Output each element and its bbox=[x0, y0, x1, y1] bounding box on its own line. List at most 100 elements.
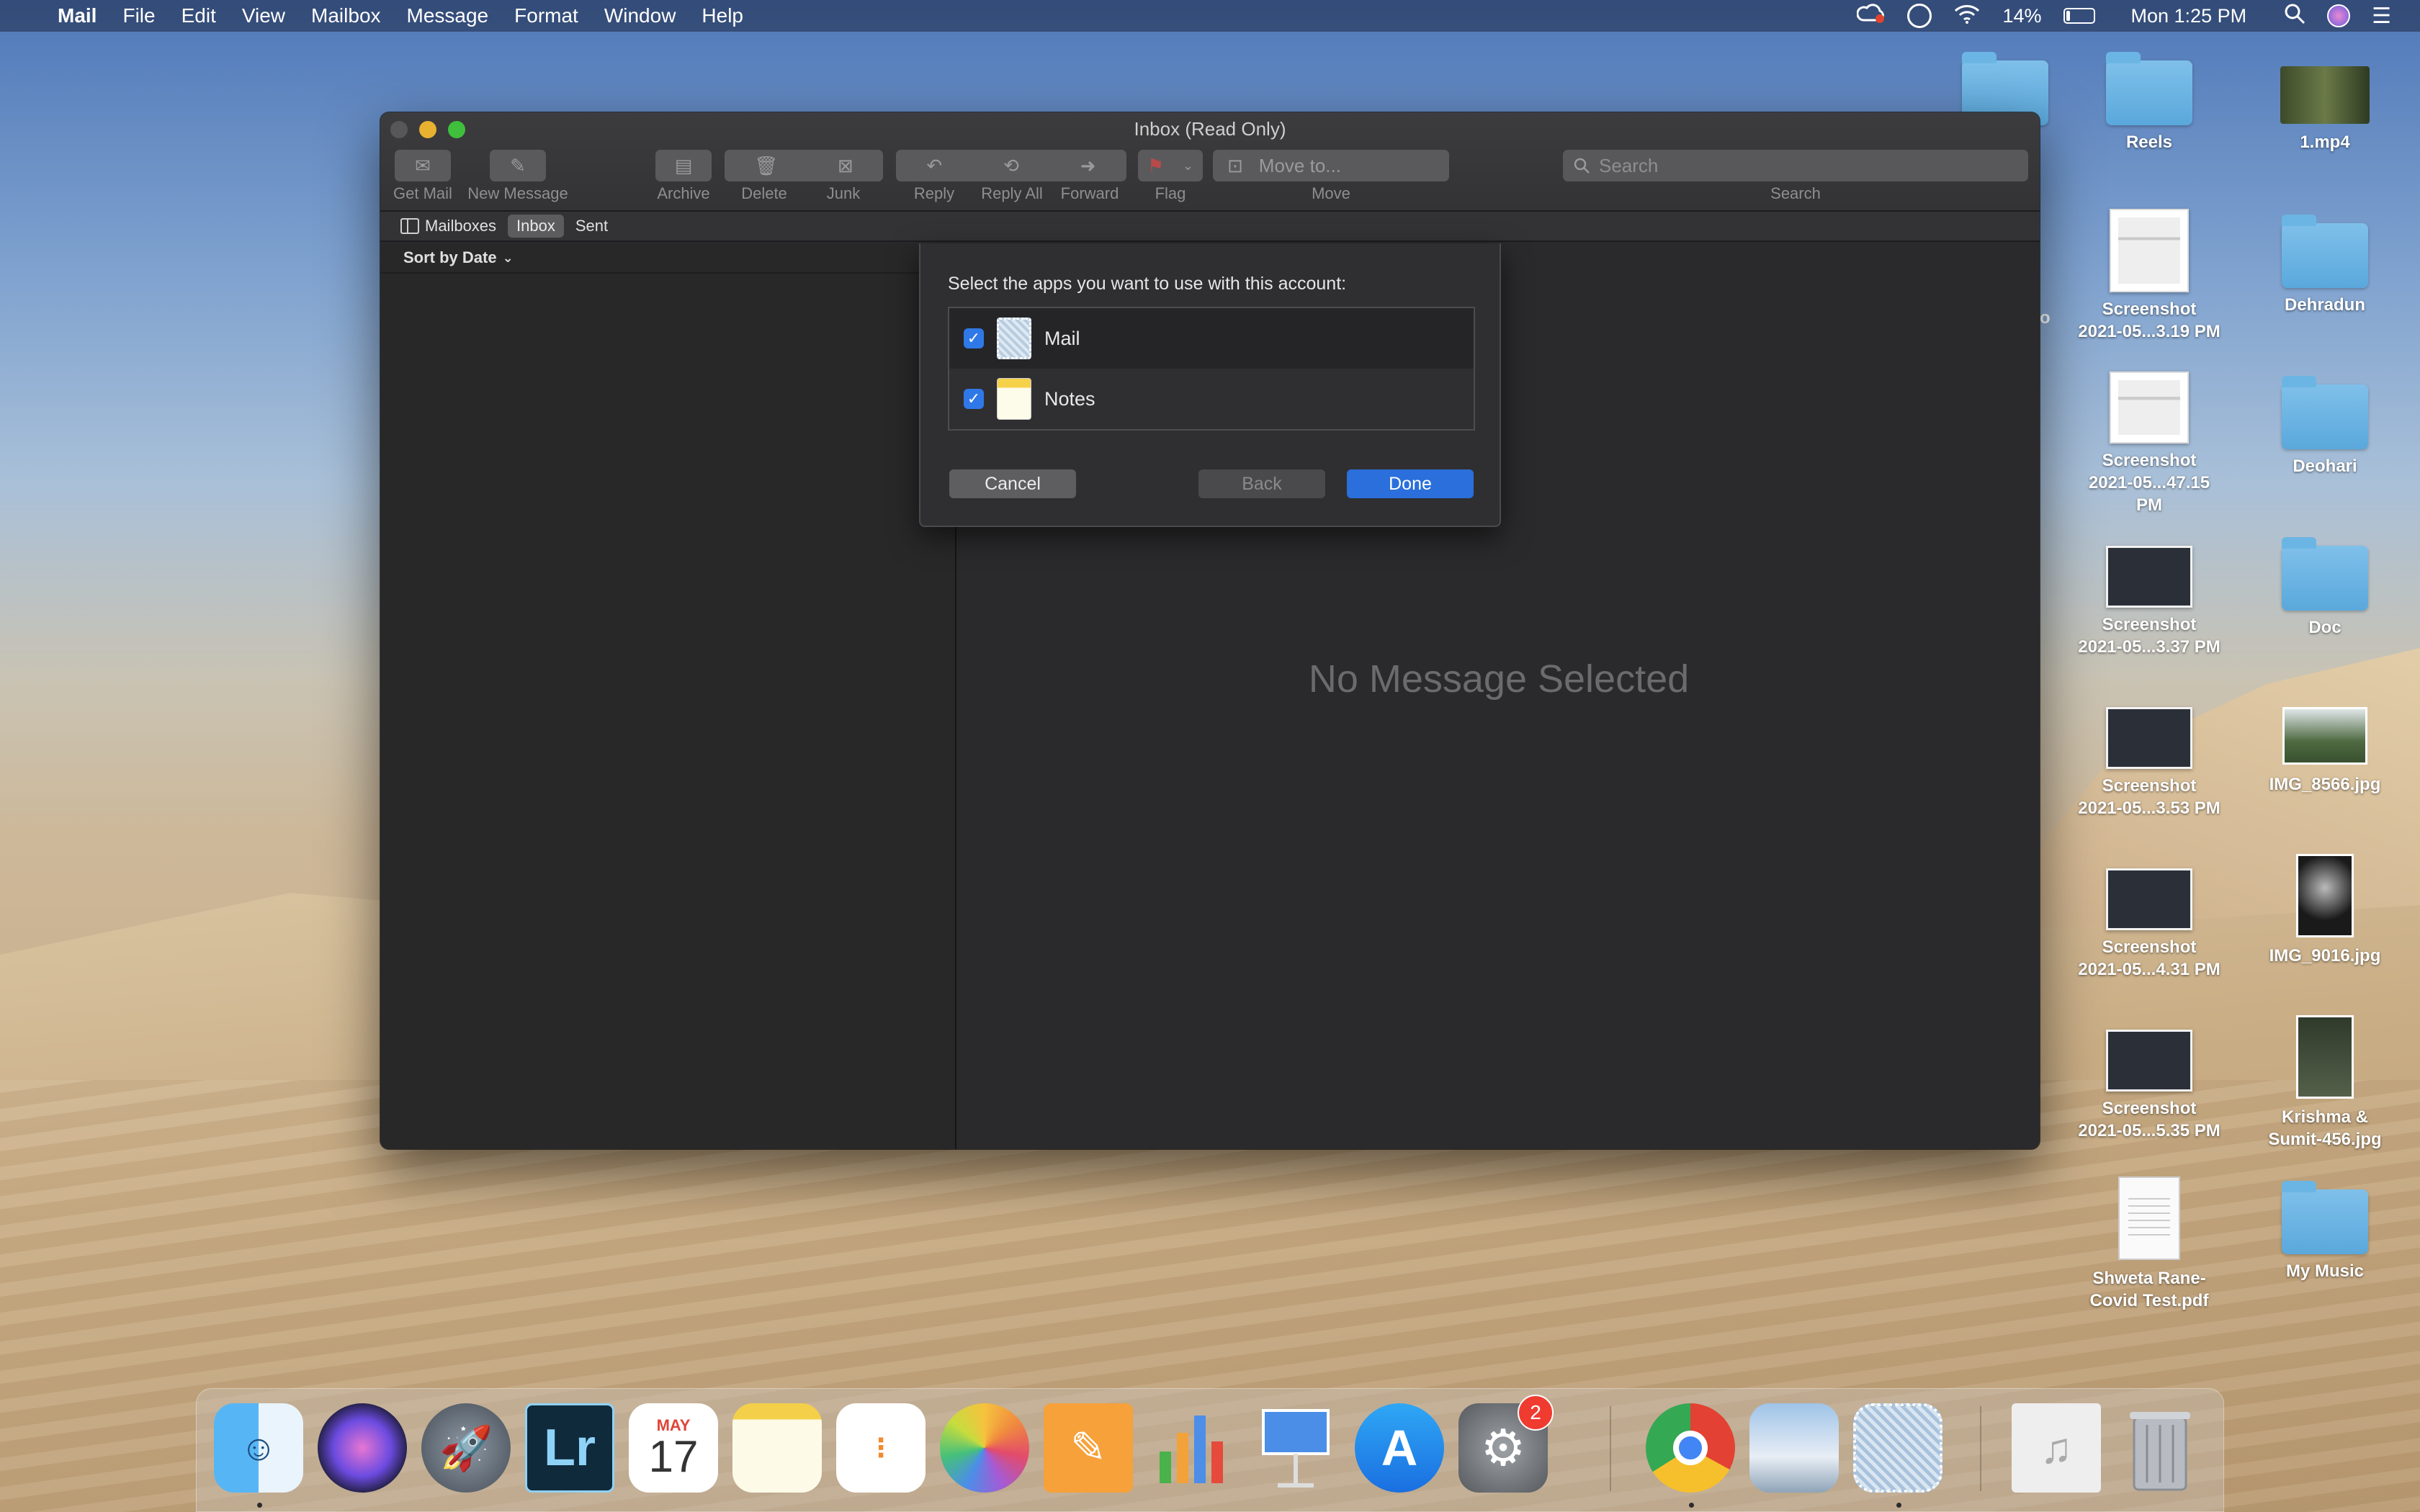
flag-button[interactable]: ⚑ ⌄ bbox=[1138, 150, 1203, 181]
compose-icon: ✎ bbox=[510, 154, 526, 176]
creative-cloud-icon[interactable] bbox=[1856, 3, 1886, 30]
numbers-icon[interactable] bbox=[1147, 1403, 1237, 1493]
photos-icon[interactable] bbox=[940, 1403, 1029, 1493]
back-button[interactable]: Back bbox=[1198, 469, 1325, 498]
app-store-icon[interactable]: A bbox=[1355, 1403, 1444, 1493]
chevron-down-icon: ⌄ bbox=[502, 250, 514, 265]
flag-icon: ⚑ bbox=[1147, 154, 1165, 176]
pages-icon[interactable]: ✎ bbox=[1044, 1403, 1133, 1493]
dock-separator bbox=[1610, 1406, 1611, 1491]
preview-icon[interactable] bbox=[1749, 1403, 1839, 1493]
siri-icon[interactable] bbox=[318, 1403, 407, 1493]
delete-label: Delete bbox=[741, 184, 787, 202]
favorite-sent[interactable]: Sent bbox=[575, 217, 608, 235]
sort-menu[interactable]: Sort by Date ⌄ bbox=[380, 243, 955, 274]
forward-icon[interactable]: ➜ bbox=[1080, 155, 1096, 177]
desktop-item-screenshot-6[interactable]: Screenshot 2021-05...5.35 PM bbox=[2077, 1017, 2221, 1142]
lightroom-icon[interactable]: Lr bbox=[525, 1403, 614, 1493]
menu-file[interactable]: File bbox=[122, 4, 155, 27]
mail-icon[interactable] bbox=[1853, 1403, 1942, 1493]
move-label: Move bbox=[1312, 184, 1350, 202]
launchpad-icon[interactable]: 🚀 bbox=[421, 1403, 511, 1493]
menu-mailbox[interactable]: Mailbox bbox=[311, 4, 380, 27]
menu-window[interactable]: Window bbox=[604, 4, 676, 27]
new-message-button[interactable]: ✎ bbox=[490, 150, 546, 181]
dock-separator bbox=[1980, 1406, 1981, 1491]
move-to-button[interactable]: ⊡ Move to... bbox=[1213, 150, 1449, 181]
archive-button[interactable]: ▤ bbox=[655, 150, 712, 181]
reminders-icon[interactable]: ⋮ bbox=[836, 1403, 926, 1493]
no-message-selected: No Message Selected bbox=[1308, 657, 1690, 701]
spotlight-search-icon[interactable] bbox=[2284, 3, 2305, 30]
mail-checkbox[interactable]: ✓ bbox=[964, 328, 984, 348]
trash-icon[interactable]: 🗑 bbox=[754, 155, 778, 177]
calendar-icon[interactable]: MAY 17 bbox=[629, 1403, 718, 1493]
desktop-item-screenshot-5[interactable]: Screenshot 2021-05...4.31 PM bbox=[2077, 855, 2221, 981]
junk-icon[interactable]: ⊠ bbox=[838, 155, 853, 177]
desktop-item-deohari[interactable]: Deohari bbox=[2253, 376, 2397, 477]
vpn-icon[interactable] bbox=[1907, 4, 1932, 28]
folder-icon bbox=[2282, 215, 2368, 288]
desktop-item-img-9016[interactable]: IMG_9016.jpg bbox=[2253, 854, 2397, 967]
control-center-icon[interactable]: ☰ bbox=[2372, 4, 2391, 29]
done-button[interactable]: Done bbox=[1347, 469, 1474, 498]
desktop-item-reels[interactable]: Reels bbox=[2077, 52, 2221, 153]
message-list: Sort by Date ⌄ bbox=[380, 243, 956, 1149]
clock[interactable]: Mon 1:25 PM bbox=[2131, 5, 2247, 27]
reply-all-label: Reply All bbox=[981, 184, 1043, 202]
desktop-partial-label: o bbox=[2040, 308, 2051, 328]
system-preferences-icon[interactable]: ⚙ 2 bbox=[1458, 1395, 1554, 1493]
get-mail-button[interactable]: ✉ bbox=[395, 150, 451, 181]
keynote-icon[interactable] bbox=[1251, 1403, 1340, 1493]
desktop-item-screenshot-2[interactable]: Screenshot 2021-05...47.15 PM bbox=[2077, 372, 2221, 516]
menu-app-name[interactable]: Mail bbox=[58, 4, 97, 27]
desktop-item-video[interactable]: 1.mp4 bbox=[2253, 60, 2397, 153]
cancel-button[interactable]: Cancel bbox=[949, 469, 1076, 498]
siri-icon[interactable] bbox=[2327, 4, 2351, 27]
desktop-item-img-8566[interactable]: IMG_8566.jpg bbox=[2253, 707, 2397, 796]
desktop-item-screenshot-3[interactable]: Screenshot 2021-05...3.37 PM bbox=[2077, 533, 2221, 658]
reply-all-icon[interactable]: ⟲ bbox=[1003, 155, 1019, 177]
app-row-notes[interactable]: ✓ Notes bbox=[949, 369, 1474, 429]
favorite-inbox[interactable]: Inbox bbox=[508, 215, 564, 238]
chrome-icon[interactable] bbox=[1646, 1403, 1735, 1493]
archive-label: Archive bbox=[657, 184, 710, 202]
move-tray-icon: ⊡ bbox=[1227, 154, 1243, 176]
notes-checkbox[interactable]: ✓ bbox=[964, 389, 984, 409]
desktop-item-krishma[interactable]: Krishma & Sumit-456.jpg bbox=[2253, 1015, 2397, 1151]
reply-label: Reply bbox=[913, 184, 955, 202]
search-input[interactable]: Search bbox=[1563, 150, 2028, 181]
desktop-item-screenshot-1[interactable]: Screenshot 2021-05...3.19 PM bbox=[2077, 209, 2221, 343]
move-to-text: Move to... bbox=[1258, 154, 1341, 176]
reply-icon[interactable]: ↶ bbox=[926, 155, 942, 177]
folder-icon bbox=[2282, 376, 2368, 449]
finder-icon[interactable]: ☺ bbox=[214, 1403, 303, 1493]
battery-icon[interactable] bbox=[2063, 8, 2095, 24]
trash-icon[interactable] bbox=[2115, 1403, 2205, 1493]
image-thumbnail-icon bbox=[2296, 854, 2354, 937]
music-document-icon[interactable]: ♫ bbox=[2012, 1403, 2101, 1493]
menu-format[interactable]: Format bbox=[514, 4, 578, 27]
desktop-item-dehradun[interactable]: Dehradun bbox=[2253, 215, 2397, 316]
system-preferences-badge: 2 bbox=[1518, 1395, 1554, 1431]
desktop-item-doc[interactable]: Doc bbox=[2253, 537, 2397, 639]
desktop-item-pdf[interactable]: Shweta Rane- Covid Test.pdf bbox=[2077, 1176, 2221, 1312]
menu-edit[interactable]: Edit bbox=[182, 4, 216, 27]
desktop-item-screenshot-4[interactable]: Screenshot 2021-05...3.53 PM bbox=[2077, 694, 2221, 819]
app-row-mail[interactable]: ✓ Mail bbox=[949, 308, 1474, 369]
wifi-icon[interactable] bbox=[1953, 4, 1981, 29]
sheet-prompt: Select the apps you want to use with thi… bbox=[948, 274, 1347, 294]
menu-view[interactable]: View bbox=[242, 4, 285, 27]
mail-stamp-icon bbox=[997, 318, 1031, 359]
desktop-item-my-music[interactable]: My Music bbox=[2253, 1181, 2397, 1282]
notes-icon[interactable] bbox=[732, 1403, 822, 1493]
calendar-day: 17 bbox=[648, 1432, 699, 1482]
folder-icon bbox=[2106, 52, 2192, 125]
menu-bar: Mail File Edit View Mailbox Message Form… bbox=[0, 0, 2420, 32]
get-mail-label: Get Mail bbox=[393, 184, 452, 202]
menu-help[interactable]: Help bbox=[702, 4, 743, 27]
menu-message[interactable]: Message bbox=[407, 4, 489, 27]
archive-box-icon: ▤ bbox=[674, 154, 693, 176]
app-list: ✓ Mail ✓ Notes bbox=[948, 307, 1475, 431]
mailboxes-button[interactable]: Mailboxes bbox=[400, 217, 496, 235]
